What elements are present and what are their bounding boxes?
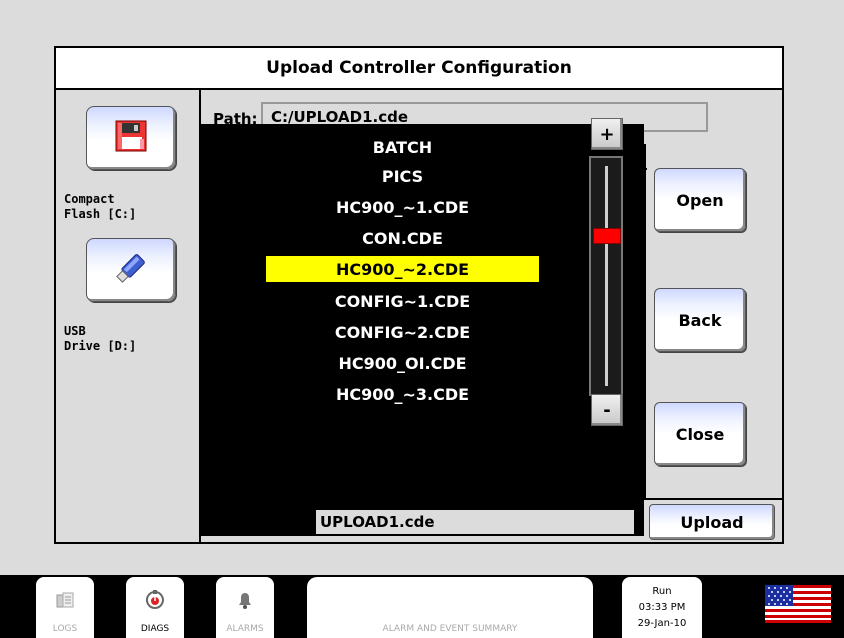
run-status: Run [652,585,672,597]
upload-dialog: Upload Controller Configuration Compact [54,46,784,544]
compact-flash-button[interactable] [86,106,176,170]
action-panel: Open Back Close [644,144,784,500]
usb-drive-button[interactable] [86,238,176,302]
list-item[interactable]: BATCH [266,134,539,160]
logs-button[interactable]: LOGS [36,577,94,638]
diags-label: DIAGS [140,624,170,634]
alarm-event-summary[interactable]: ALARM AND EVENT SUMMARY [307,577,593,638]
file-name-row: File Name: UPLOAD1.cde Upload [201,498,782,542]
compact-flash-label: Compact Flash [C:] [64,192,136,222]
usb-drive-icon [111,248,151,292]
drive-panel: Compact Flash [C:] USB Drive [D:] [56,90,201,542]
open-button[interactable]: Open [654,168,746,232]
diags-icon [144,589,166,615]
usb-drive-label-line2: Drive [D:] [64,339,137,353]
clock-time: 03:33 PM [638,601,686,613]
file-name-field[interactable]: UPLOAD1.cde [314,508,636,536]
status-panel: Run 03:33 PM 29-Jan-10 [622,577,702,638]
back-button[interactable]: Back [654,288,746,352]
scroll-thumb[interactable] [593,228,621,244]
list-item[interactable]: CONFIG~2.CDE [266,319,539,345]
usb-drive-label-line1: USB [64,324,86,338]
alarms-button[interactable]: ALARMS [216,577,274,638]
diags-button[interactable]: DIAGS [126,577,184,638]
close-button[interactable]: Close [654,402,746,466]
alarms-label: ALARMS [226,624,264,634]
dialog-title: Upload Controller Configuration [56,48,782,90]
scroll-track-line [605,166,608,386]
list-item[interactable]: PICS [266,163,539,189]
floppy-icon [114,119,148,157]
clock-date: 29-Jan-10 [637,617,687,629]
file-list[interactable]: BATCH PICS HC900_~1.CDE CON.CDE HC900_~2… [201,118,644,536]
logs-label: LOGS [52,624,78,634]
upload-button[interactable]: Upload [649,504,775,540]
taskbar: LOGS DIAGS ALARMS ALARM AND EVENT SUMMAR… [0,575,844,638]
list-item[interactable]: CONFIG~1.CDE [266,288,539,314]
compact-flash-label-line1: Compact [64,192,115,206]
scroll-down-button[interactable]: - [591,394,623,426]
logs-icon [55,591,75,615]
list-item[interactable]: HC900_~1.CDE [266,194,539,220]
list-item[interactable]: CON.CDE [266,225,539,251]
file-name-label: File Name: [213,516,304,534]
screen-area: Upload Controller Configuration Compact [0,0,844,575]
scroll-up-button[interactable]: + [591,118,623,150]
bell-icon [234,589,256,615]
scroll-track[interactable] [589,156,623,396]
list-item[interactable]: HC900_~3.CDE [266,381,539,407]
us-flag-icon[interactable] [765,585,831,623]
usb-drive-label: USB Drive [D:] [64,324,136,354]
compact-flash-label-line2: Flash [C:] [64,207,137,221]
list-item-selected[interactable]: HC900_~2.CDE [266,256,539,282]
list-item[interactable]: HC900_OI.CDE [266,350,539,376]
